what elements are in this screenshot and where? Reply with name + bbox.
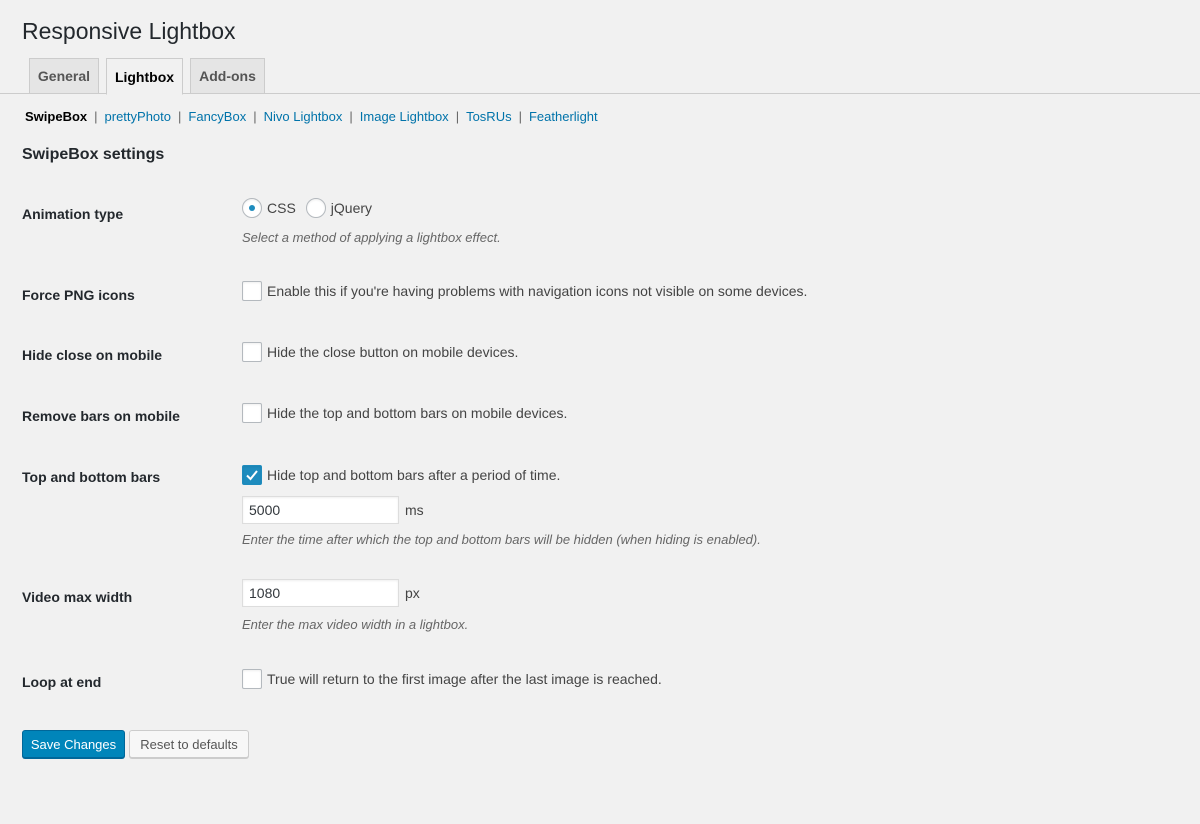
animation-type-description: Select a method of applying a lightbox e… (242, 230, 501, 245)
remove-bars-label: Remove bars on mobile (22, 408, 180, 424)
checkmark-icon (246, 470, 258, 481)
save-changes-button[interactable]: Save Changes (22, 730, 125, 758)
hide-close-text[interactable]: Hide the close button on mobile devices. (267, 344, 518, 360)
remove-bars-checkbox[interactable] (242, 403, 262, 423)
bars-delay-unit: ms (405, 502, 424, 518)
subnav-item-nivo-lightbox[interactable]: Nivo Lightbox (264, 109, 343, 124)
force-png-text[interactable]: Enable this if you're having problems wi… (267, 283, 807, 299)
animation-css-label[interactable]: CSS (267, 200, 296, 216)
reset-defaults-button[interactable]: Reset to defaults (129, 730, 249, 758)
force-png-checkbox[interactable] (242, 281, 262, 301)
animation-css-radio[interactable] (242, 198, 262, 218)
loop-at-end-label: Loop at end (22, 674, 102, 690)
tab-general[interactable]: General (29, 58, 99, 94)
subnav-separator: | (518, 109, 522, 124)
subnav-item-fancybox[interactable]: FancyBox (188, 109, 246, 124)
video-max-width-field: px (242, 579, 420, 607)
subnav-separator: | (455, 109, 460, 124)
hide-close-checkbox[interactable] (242, 342, 262, 362)
video-max-width-input[interactable] (242, 579, 399, 607)
top-bottom-bars-field: Hide top and bottom bars after a period … (242, 465, 560, 485)
radio-dot-icon (249, 205, 255, 211)
subnav-item-featherlight[interactable]: Featherlight (529, 109, 598, 124)
hide-close-field: Hide the close button on mobile devices. (242, 342, 518, 362)
animation-jquery-label[interactable]: jQuery (331, 200, 372, 216)
subnav-separator: | (253, 109, 257, 124)
subnav-item-image-lightbox[interactable]: Image Lightbox (360, 109, 449, 124)
subnav-separator: | (178, 109, 182, 124)
subnav-item-tosrus[interactable]: TosRUs (466, 109, 512, 124)
force-png-label: Force PNG icons (22, 287, 135, 303)
subnav-item-prettyphoto[interactable]: prettyPhoto (105, 109, 172, 124)
remove-bars-text[interactable]: Hide the top and bottom bars on mobile d… (267, 405, 567, 421)
top-bottom-bars-label: Top and bottom bars (22, 469, 161, 485)
video-max-width-description: Enter the max video width in a lightbox. (242, 617, 469, 632)
hide-close-label: Hide close on mobile (22, 347, 163, 363)
animation-jquery-radio[interactable] (305, 198, 326, 218)
page-title: Responsive Lightbox (22, 18, 236, 44)
subnav-separator: | (94, 109, 98, 124)
subnav-item-swipebox[interactable]: SwipeBox (25, 109, 87, 124)
subnav-separator: | (349, 109, 353, 124)
bars-delay-input[interactable] (242, 496, 399, 524)
bars-delay-field: ms (242, 496, 424, 524)
lightbox-subnav: SwipeBox | prettyPhoto | FancyBox | Nivo… (25, 109, 598, 124)
force-png-field: Enable this if you're having problems wi… (242, 281, 807, 301)
tab-add-ons[interactable]: Add-ons (190, 58, 265, 94)
loop-at-end-checkbox[interactable] (242, 669, 262, 689)
animation-type-label: Animation type (22, 206, 124, 222)
section-title: SwipeBox settings (22, 146, 165, 163)
tab-bar: General Lightbox Add-ons (0, 58, 1200, 95)
loop-at-end-field: True will return to the first image afte… (242, 669, 662, 689)
tab-lightbox[interactable]: Lightbox (106, 58, 183, 95)
loop-at-end-text[interactable]: True will return to the first image afte… (267, 671, 662, 687)
bars-delay-description: Enter the time after which the top and b… (242, 532, 761, 547)
video-max-width-label: Video max width (22, 589, 133, 605)
video-max-width-unit: px (405, 585, 420, 601)
animation-type-field: CSS jQuery (242, 198, 372, 218)
remove-bars-field: Hide the top and bottom bars on mobile d… (242, 403, 567, 423)
top-bottom-bars-text[interactable]: Hide top and bottom bars after a period … (267, 467, 560, 483)
top-bottom-bars-checkbox[interactable] (242, 465, 262, 485)
